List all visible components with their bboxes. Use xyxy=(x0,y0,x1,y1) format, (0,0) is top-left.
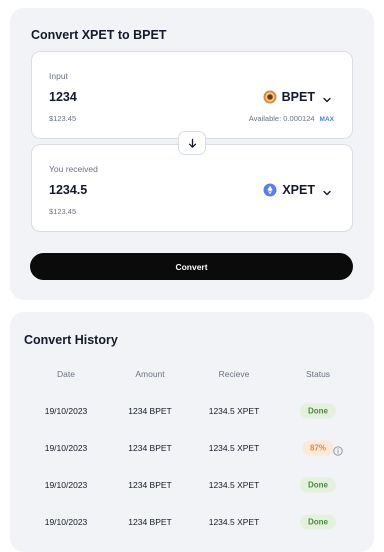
status-badge: 87% xyxy=(301,440,335,456)
convert-panel: Convert XPET to BPET Input 1234 $123.45 … xyxy=(10,8,374,300)
bpet-coin-icon xyxy=(263,90,277,104)
output-card: You received 1234.5 $123.45 XPET xyxy=(31,144,353,232)
output-token-selector[interactable]: XPET xyxy=(263,181,332,199)
convert-button[interactable]: Convert xyxy=(30,253,353,280)
chevron-down-icon xyxy=(322,92,332,103)
available-text: Available: 0.000124 xyxy=(248,114,315,123)
swap-direction-button[interactable] xyxy=(178,131,206,155)
row-receive: 1234.5 XPET xyxy=(208,443,260,453)
output-usd-value: $123.45 xyxy=(49,207,77,216)
convert-title: Convert XPET to BPET xyxy=(31,28,167,42)
output-amount: 1234.5 xyxy=(49,183,88,197)
output-token-symbol: XPET xyxy=(282,183,315,197)
status-badge: Done xyxy=(300,403,336,419)
status-badge: Done xyxy=(300,477,336,493)
row-amount: 1234 BPET xyxy=(128,443,172,453)
row-receive: 1234.5 XPET xyxy=(208,406,260,416)
arrow-down-icon xyxy=(187,138,198,149)
row-amount: 1234 BPET xyxy=(128,480,172,490)
row-date: 19/10/2023 xyxy=(44,480,88,490)
output-label: You received xyxy=(49,164,98,174)
row-date: 19/10/2023 xyxy=(44,443,88,453)
receive-column-header: Recieve xyxy=(218,369,250,379)
row-date: 19/10/2023 xyxy=(44,517,88,527)
amount-column-header: Amount xyxy=(135,369,165,379)
status-column-header: Status xyxy=(305,369,331,379)
chevron-down-icon xyxy=(322,185,332,196)
input-label: Input xyxy=(49,71,68,81)
status-badge: Done xyxy=(300,514,336,530)
history-title: Convert History xyxy=(24,333,118,347)
row-date: 19/10/2023 xyxy=(44,406,88,416)
info-icon[interactable] xyxy=(333,443,343,456)
input-card: Input 1234 $123.45 BPET Available: 0.000… xyxy=(31,51,353,139)
input-amount-field[interactable]: 1234 xyxy=(49,90,77,104)
row-receive: 1234.5 XPET xyxy=(208,517,260,527)
xpet-coin-icon xyxy=(263,183,277,197)
input-usd-value: $123.45 xyxy=(49,114,77,123)
input-token-symbol: BPET xyxy=(281,90,315,104)
date-column-header: Date xyxy=(57,369,75,379)
input-token-selector[interactable]: BPET xyxy=(263,88,332,106)
row-amount: 1234 BPET xyxy=(128,517,172,527)
row-amount: 1234 BPET xyxy=(128,406,172,416)
available-balance: Available: 0.000124 MAX xyxy=(249,114,334,123)
row-receive: 1234.5 XPET xyxy=(208,480,260,490)
max-button[interactable]: MAX xyxy=(320,116,334,123)
convert-history-panel: Convert History Date Amount Recieve Status 1… xyxy=(10,312,374,552)
